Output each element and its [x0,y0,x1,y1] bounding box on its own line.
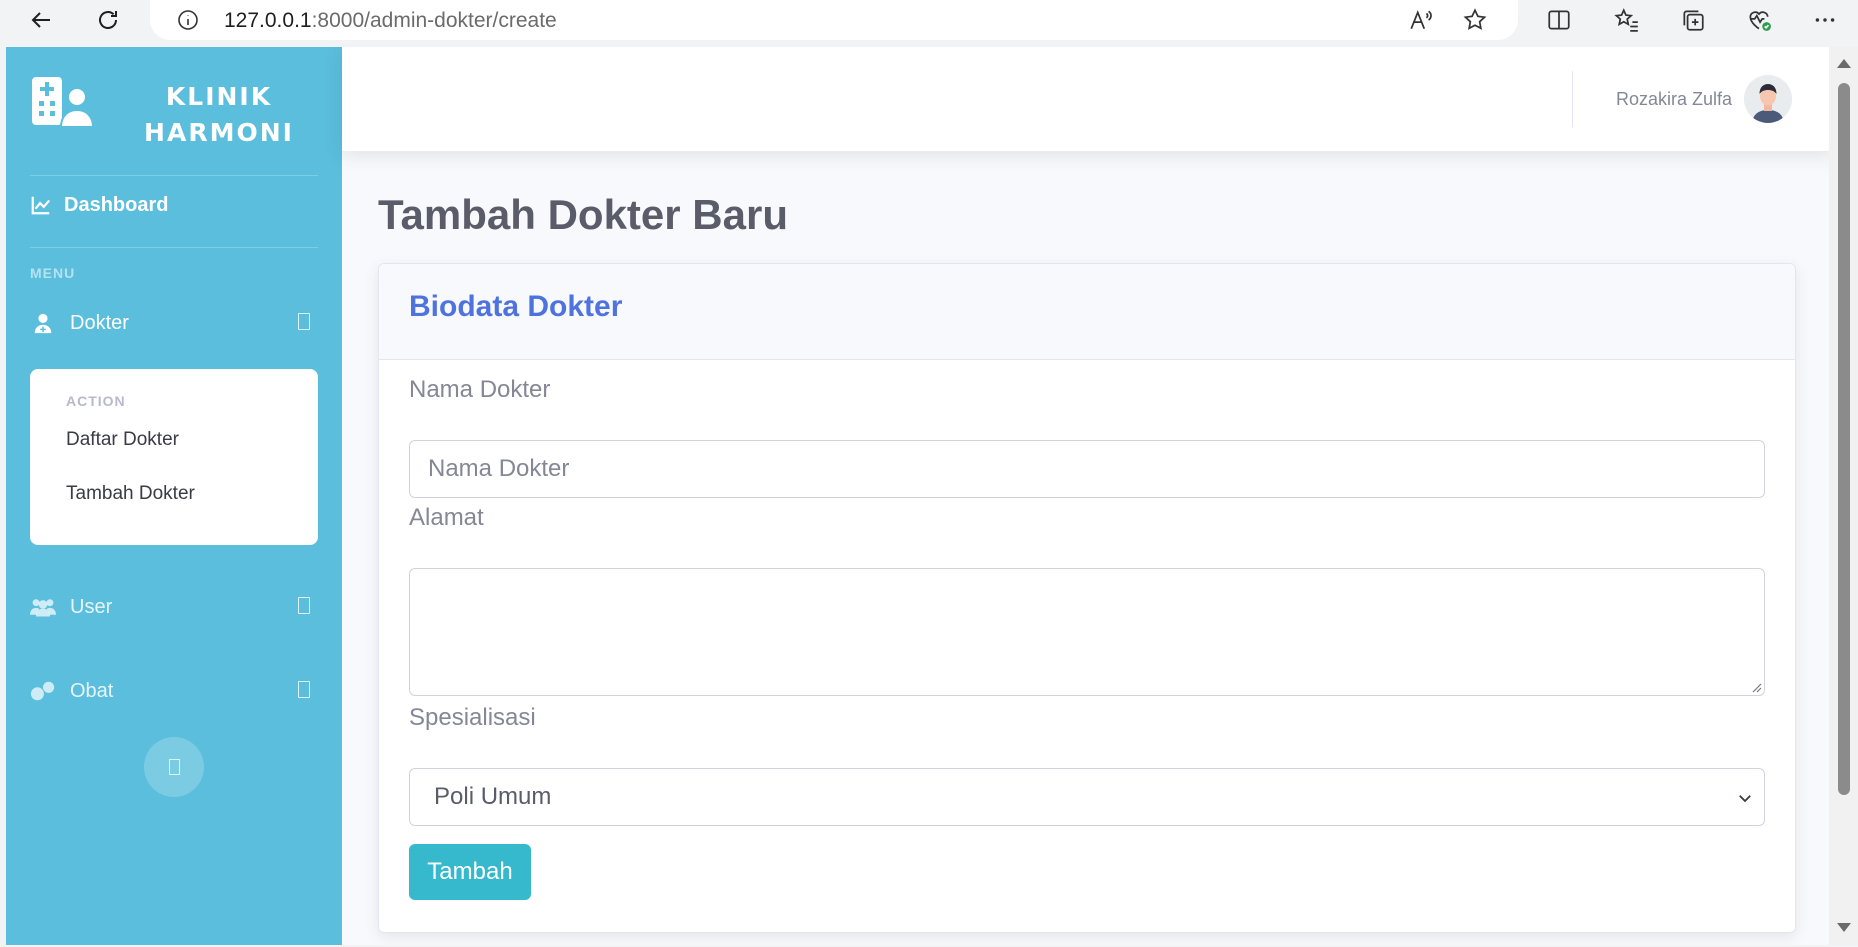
brand-name: KLINIK HARMONI [130,79,308,151]
clinic-logo-icon [32,77,94,128]
dokter-submenu: ACTION Daftar Dokter Tambah Dokter [30,369,318,545]
sidebar-heading: MENU [30,265,76,281]
sidebar-item-dashboard[interactable]: Dashboard [30,185,168,225]
sidebar-item-user[interactable]: User [30,585,322,629]
topbar-divider [1572,71,1573,127]
sidebar-item-obat[interactable]: Obat [30,669,322,713]
sidebar-item-label: Dashboard [64,193,169,216]
sidebar-toggle-button[interactable] [144,737,204,797]
sidebar-item-dokter[interactable]: Dokter [30,301,322,345]
sidebar: KLINIK HARMONI Dashboard MENU Dokter ACT… [6,47,342,945]
split-screen-icon[interactable] [1544,5,1574,35]
sidebar-item-label: Obat [70,679,114,702]
tambah-button[interactable]: Tambah [409,844,531,900]
browser-toolbar: 127.0.0.1:8000/admin-dokter/create [0,0,1858,40]
spesialisasi-select[interactable]: Poli Umum [409,768,1765,826]
pills-icon [30,678,56,704]
chevron-icon [298,681,310,698]
nama-dokter-placeholder: Nama Dokter [428,455,570,482]
scroll-up-icon[interactable] [1837,59,1851,68]
sidebar-divider [30,175,318,176]
card-title: Biodata Dokter [409,290,623,323]
page-scrollbar[interactable] [1829,47,1858,945]
favorite-star-icon[interactable] [1462,7,1488,33]
chevron-icon [298,313,310,330]
scroll-thumb[interactable] [1838,83,1850,795]
url-text[interactable]: 127.0.0.1:8000/admin-dokter/create [224,9,557,33]
web-page: KLINIK HARMONI Dashboard MENU Dokter ACT… [6,47,1835,945]
submenu-heading: ACTION [66,393,126,409]
spesialisasi-label: Spesialisasi [409,704,536,731]
read-aloud-icon[interactable] [1408,7,1434,33]
back-icon[interactable] [26,4,58,36]
browser-essentials-icon[interactable] [1744,5,1774,35]
avatar[interactable] [1744,75,1792,123]
card-header: Biodata Dokter [379,264,1795,360]
user-doctor-icon [30,310,56,336]
address-bar[interactable]: 127.0.0.1:8000/admin-dokter/create [150,0,1518,40]
page-title: Tambah Dokter Baru [378,191,788,238]
submenu-link-daftar-dokter[interactable]: Daftar Dokter [66,429,179,451]
user-name[interactable]: Rozakira Zulfa [1616,89,1732,110]
more-options-icon[interactable] [1810,5,1840,35]
alamat-label: Alamat [409,504,484,531]
users-icon [30,594,56,620]
submenu-link-tambah-dokter[interactable]: Tambah Dokter [66,483,195,505]
nama-dokter-input[interactable]: Nama Dokter [409,440,1765,498]
chart-line-icon [31,196,51,215]
scroll-down-icon[interactable] [1837,923,1851,932]
topbar: Rozakira Zulfa [342,47,1835,151]
favorites-list-icon[interactable] [1612,5,1642,35]
spesialisasi-selected-value: Poli Umum [434,783,552,810]
reload-icon[interactable] [92,4,124,36]
brand-line-2: HARMONI [144,118,294,147]
alamat-textarea[interactable] [409,568,1765,696]
resize-grip-icon[interactable] [1750,681,1762,693]
brand-line-1: KLINIK [165,82,273,111]
chevron-icon [168,759,180,775]
sidebar-divider [30,247,318,248]
sidebar-item-label: User [70,595,113,618]
chevron-icon [298,597,310,614]
chevron-down-icon [1739,795,1751,803]
brand[interactable]: KLINIK HARMONI [30,67,330,157]
collections-icon[interactable] [1678,5,1708,35]
biodata-card: Biodata Dokter Nama Dokter Nama Dokter A… [378,263,1796,933]
site-info-icon[interactable] [176,8,200,32]
sidebar-item-label: Dokter [70,311,129,334]
nama-dokter-label: Nama Dokter [409,376,551,403]
